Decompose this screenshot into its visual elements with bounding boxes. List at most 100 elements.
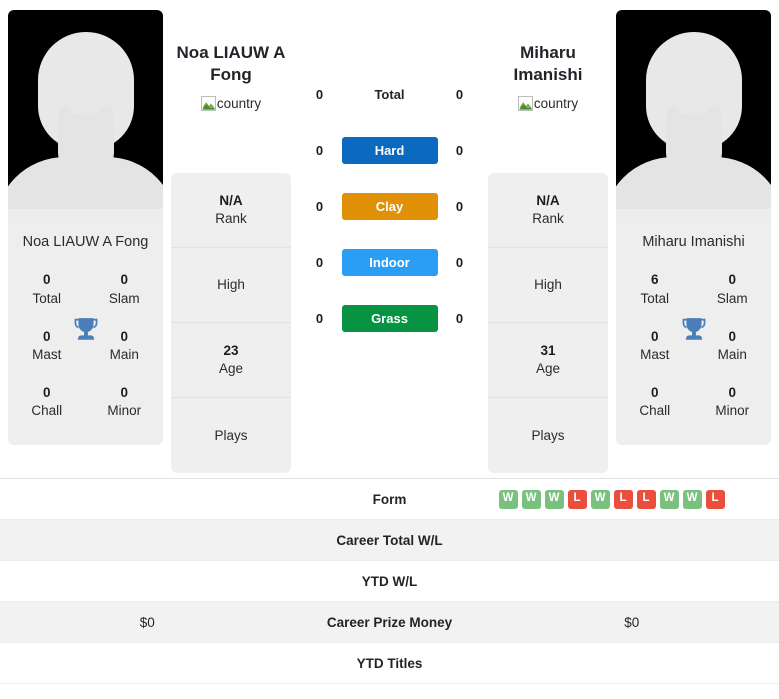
stat-minor: 0 Minor xyxy=(86,374,164,430)
stat-slam: 0 Slam xyxy=(694,261,772,317)
right-player-name-caption: Miharu Imanishi xyxy=(642,234,745,250)
table-row-ytd-titles: YTD Titles xyxy=(0,643,779,684)
stat-main-value: 0 xyxy=(728,328,736,344)
surface-clay-left-value: 0 xyxy=(315,198,324,214)
stat-mast-label: Mast xyxy=(640,347,670,363)
stat-slam: 0 Slam xyxy=(86,261,164,317)
table-row-career-total-wl: Career Total W/L xyxy=(0,520,779,561)
surface-total-right-value: 0 xyxy=(455,86,464,102)
info-row-high: High xyxy=(488,248,608,323)
rank-label: Rank xyxy=(532,211,564,226)
right-player-info-card[interactable]: N/A Rank High 31 Age Plays xyxy=(488,173,608,473)
career-prize-money-right-value: $0 xyxy=(624,614,640,630)
stat-chall: 0 Chall xyxy=(616,374,694,430)
trophy-icon xyxy=(682,318,705,341)
age-value: 23 xyxy=(223,343,239,359)
surface-indoor-right-value: 0 xyxy=(455,254,464,270)
form-badge[interactable]: W xyxy=(521,489,541,509)
surface-hard-right-value: 0 xyxy=(455,142,464,158)
stat-minor: 0 Minor xyxy=(694,374,772,430)
stat-total-value: 0 xyxy=(42,272,51,288)
page-title-right: Miharu Imanishi xyxy=(513,43,583,84)
stat-chall-label: Chall xyxy=(31,403,63,419)
form-badge[interactable]: W xyxy=(590,489,610,509)
info-row-plays: Plays xyxy=(171,398,291,473)
left-player-info-card[interactable]: N/A Rank High 23 Age Plays xyxy=(171,173,291,473)
plays-label: Plays xyxy=(531,427,565,443)
table-row-form: Form W W W L W L L W W L xyxy=(0,479,779,520)
form-badge[interactable]: L xyxy=(636,489,656,509)
plays-label: Plays xyxy=(214,427,248,443)
high-label: High xyxy=(217,277,245,293)
left-player-photo xyxy=(8,10,163,223)
career-prize-money-label: Career Prize Money xyxy=(326,614,453,630)
player-comparison-panel: Noa LIAUW A Fong 0 Total 0 Slam 0 Mast 0… xyxy=(0,0,779,478)
form-badge[interactable]: W xyxy=(544,489,564,509)
form-badge[interactable]: L xyxy=(567,489,587,509)
ytd-wl-label: YTD W/L xyxy=(361,573,418,589)
surface-row-clay: 0 Clay 0 xyxy=(291,178,488,234)
stat-total-label: Total xyxy=(32,290,62,306)
surface-row-grass: 0 Grass 0 xyxy=(291,290,488,346)
surface-total-label: Total xyxy=(374,86,405,102)
stat-main-value: 0 xyxy=(120,328,128,344)
surface-indoor-badge[interactable]: Indoor xyxy=(341,248,438,276)
form-badge[interactable]: W xyxy=(498,489,518,509)
right-player-section: N/A Rank High 31 Age Plays Miharu Imanis… xyxy=(488,10,771,473)
info-row-rank: N/A Rank xyxy=(488,173,608,248)
right-player-heading: Miharu Imanishi country xyxy=(488,42,608,116)
right-country-flag-broken: country xyxy=(517,95,579,112)
form-badge[interactable]: W xyxy=(659,489,679,509)
photo-bottom-fade xyxy=(8,209,163,223)
surface-row-indoor: 0 Indoor 0 xyxy=(291,234,488,290)
stat-slam-label: Slam xyxy=(108,290,140,306)
right-country-alt-text: country xyxy=(533,95,579,111)
left-player-card[interactable]: Noa LIAUW A Fong 0 Total 0 Slam 0 Mast 0… xyxy=(8,10,163,445)
surface-grass-left-value: 0 xyxy=(315,310,324,326)
surface-clay-badge[interactable]: Clay xyxy=(341,192,438,220)
left-player-titles-grid: 0 Total 0 Slam 0 Mast 0 Main 0 Chall 0 M… xyxy=(8,257,163,444)
stat-main-label: Main xyxy=(109,347,139,363)
surface-grass-badge[interactable]: Grass xyxy=(341,304,438,332)
stat-minor-value: 0 xyxy=(728,385,736,401)
age-label: Age xyxy=(535,361,561,376)
career-prize-money-left-value: $0 xyxy=(139,614,155,630)
ytd-titles-label: YTD Titles xyxy=(356,655,423,671)
comparison-stats-table: Form W W W L W L L W W L Career Total W/… xyxy=(0,478,779,684)
info-row-high: High xyxy=(171,248,291,323)
form-badge[interactable]: W xyxy=(682,489,702,509)
stat-main-label: Main xyxy=(717,347,747,363)
photo-bottom-fade xyxy=(616,209,771,223)
form-badge[interactable]: L xyxy=(705,489,725,509)
trophy-icon xyxy=(74,318,97,341)
right-player-titles-grid: 6 Total 0 Slam 0 Mast 0 Main 0 Chall 0 M… xyxy=(616,257,771,444)
right-player-photo xyxy=(616,10,771,223)
info-row-age: 23 Age xyxy=(171,323,291,398)
left-player-name-caption: Noa LIAUW A Fong xyxy=(22,234,149,250)
surface-indoor-left-value: 0 xyxy=(315,254,324,270)
info-row-age: 31 Age xyxy=(488,323,608,398)
stat-slam-value: 0 xyxy=(728,272,736,288)
broken-image-icon xyxy=(517,96,533,112)
age-value: 31 xyxy=(540,343,556,359)
right-player-card[interactable]: Miharu Imanishi 6 Total 0 Slam 0 Mast 0 … xyxy=(616,10,771,445)
info-row-rank: N/A Rank xyxy=(171,173,291,248)
info-row-plays: Plays xyxy=(488,398,608,473)
surface-hard-badge[interactable]: Hard xyxy=(341,136,438,164)
stat-minor-value: 0 xyxy=(120,385,128,401)
table-row-career-prize-money: $0 Career Prize Money $0 xyxy=(0,602,779,643)
table-row-ytd-wl: YTD W/L xyxy=(0,561,779,602)
surface-total-left-value: 0 xyxy=(315,86,324,102)
rank-label: Rank xyxy=(215,211,247,226)
stat-slam-label: Slam xyxy=(716,290,748,306)
surface-breakdown-column: 0 Total 0 0 Hard 0 0 Clay 0 0 Indoor 0 0… xyxy=(291,10,488,346)
surface-row-total: 0 Total 0 xyxy=(291,66,488,122)
stat-total-value: 6 xyxy=(650,272,659,288)
rank-value: N/A xyxy=(219,193,243,209)
stat-chall-label: Chall xyxy=(639,403,671,419)
left-player-section: Noa LIAUW A Fong 0 Total 0 Slam 0 Mast 0… xyxy=(8,10,291,473)
form-badge[interactable]: L xyxy=(613,489,633,509)
stat-total: 0 Total xyxy=(8,261,86,317)
surface-hard-left-value: 0 xyxy=(315,142,324,158)
left-country-flag-broken: country xyxy=(200,96,261,112)
